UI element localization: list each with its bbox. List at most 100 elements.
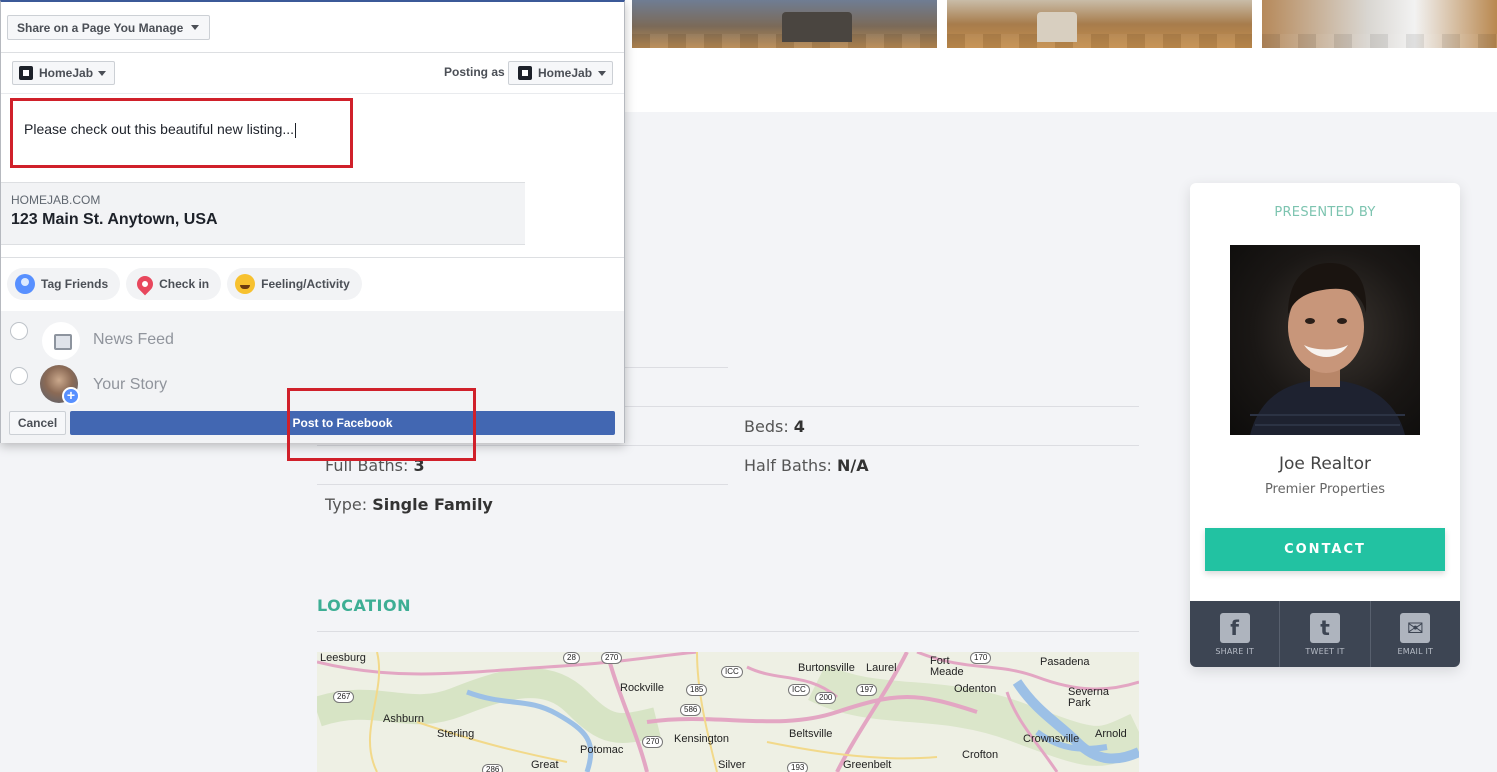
full-baths-detail: Full Baths: 3 [325,456,425,475]
beds-detail: Beds: 4 [744,417,805,436]
share-twitter-button[interactable]: t TWEET IT [1280,601,1371,667]
map-label: Burtonsville [798,662,855,674]
news-feed-label: News Feed [93,331,174,348]
page-icon [19,66,33,80]
contact-button[interactable]: CONTACT [1205,528,1445,571]
facebook-icon: f [1219,612,1250,643]
agent-name: Joe Realtor [1279,454,1371,474]
map-label: Great [531,759,559,771]
tag-friends-icon [15,274,35,294]
page-selector-dropdown[interactable]: HomeJab [12,61,115,85]
divider [317,445,1139,446]
share-bar: f SHARE IT t TWEET IT ✉ EMAIL IT [1190,601,1460,667]
link-preview-title: 123 Main St. Anytown, USA [11,211,218,228]
map-label: Pasadena [1040,656,1090,668]
smiley-icon [235,274,256,294]
news-feed-icon [42,322,80,360]
map-label: Sterling [437,728,475,740]
share-label: TWEET IT [1305,646,1345,656]
location-map[interactable]: Leesburg Rockville Burtonsville Laurel F… [317,652,1139,772]
highway-shield: 586 [680,704,702,716]
location-heading: LOCATION [317,596,411,615]
map-label: Silver [718,759,746,771]
link-preview-domain: HOMEJAB.COM [11,193,101,207]
map-label: Crownsville [1023,733,1080,745]
map-label: Ashburn [383,713,424,725]
feeling-activity-label: Feeling/Activity [261,277,350,291]
cancel-button[interactable]: Cancel [9,411,66,435]
share-target-dropdown[interactable]: Share on a Page You Manage [7,15,210,40]
map-label: Crofton [962,749,999,761]
highway-shield: 28 [563,652,580,664]
highway-shield: 200 [815,692,837,704]
agent-card: PRESENTED BY Joe Realtor Premier Propert… [1190,183,1460,667]
your-story-label: Your Story [93,376,168,393]
news-feed-radio[interactable] [10,322,28,340]
caret-down-icon [98,70,107,76]
text-cursor [295,122,297,138]
highway-shield: 193 [787,762,809,772]
posting-as-label: Posting as [444,65,505,79]
caret-down-icon [191,25,200,30]
map-label: Beltsville [789,728,833,740]
agent-portrait [1250,263,1405,435]
map-label: Leesburg [320,652,366,664]
page-selector-label: HomeJab [39,66,94,80]
divider [317,631,1139,632]
highway-shield: ICC [788,684,810,696]
email-icon: ✉ [1400,612,1431,643]
type-detail: Type: Single Family [325,495,493,514]
map-label: Odenton [954,683,997,695]
map-label: Kensington [674,733,730,745]
link-preview[interactable]: HOMEJAB.COM 123 Main St. Anytown, USA [1,182,525,245]
message-input[interactable]: Please check out this beautiful new list… [10,98,353,168]
message-text: Please check out this beautiful new list… [24,121,295,137]
page-icon [518,66,532,80]
listing-photo[interactable] [947,0,1252,48]
highway-shield: 185 [686,684,708,696]
map-label: Fort Meade [930,655,964,678]
divider [1,52,624,53]
presented-by-label: PRESENTED BY [1274,205,1376,220]
feeling-activity-button[interactable]: Feeling/Activity [227,268,362,300]
map-label: Rockville [620,682,665,694]
check-in-label: Check in [159,277,210,291]
highway-shield: ICC [721,666,743,678]
map-label: Potomac [580,744,624,756]
highway-shield: 197 [856,684,878,696]
posting-as-value: HomeJab [538,66,593,80]
map-label: Severna Park [1068,686,1109,709]
share-email-button[interactable]: ✉ EMAIL IT [1371,601,1460,667]
agent-company: Premier Properties [1264,482,1386,497]
divider [1,257,624,258]
twitter-icon: t [1309,612,1340,643]
share-facebook-button[interactable]: f SHARE IT [1190,601,1281,667]
divider [317,484,728,485]
listing-photo[interactable] [632,0,937,48]
plus-icon: + [62,387,80,405]
half-baths-detail: Half Baths: N/A [744,456,869,475]
post-to-facebook-button[interactable]: Post to Facebook [70,411,615,435]
map-label: Laurel [866,662,897,674]
highway-shield: 170 [970,652,992,664]
map-label: Greenbelt [843,759,892,771]
your-story-radio[interactable] [10,367,28,385]
highway-shield: 267 [333,691,355,703]
highway-shield: 286 [482,764,504,772]
highway-shield: 270 [642,736,664,748]
posting-as-dropdown[interactable]: HomeJab [508,61,613,85]
map-label: Arnold [1095,728,1127,740]
facebook-share-dialog: Share on a Page You Manage HomeJab Posti… [0,0,625,443]
share-target-label: Share on a Page You Manage [17,20,184,35]
highway-shield: 270 [601,652,623,664]
check-in-button[interactable]: Check in [126,268,222,300]
agent-photo [1230,245,1420,435]
listing-photo[interactable] [1262,0,1497,48]
tag-friends-label: Tag Friends [41,277,109,291]
caret-down-icon [598,70,607,76]
divider [1,93,624,94]
tag-friends-button[interactable]: Tag Friends [7,268,121,300]
post-actions: Tag Friends Check in Feeling/Activity [1,268,362,300]
share-label: EMAIL IT [1397,646,1434,656]
share-label: SHARE IT [1215,646,1254,656]
